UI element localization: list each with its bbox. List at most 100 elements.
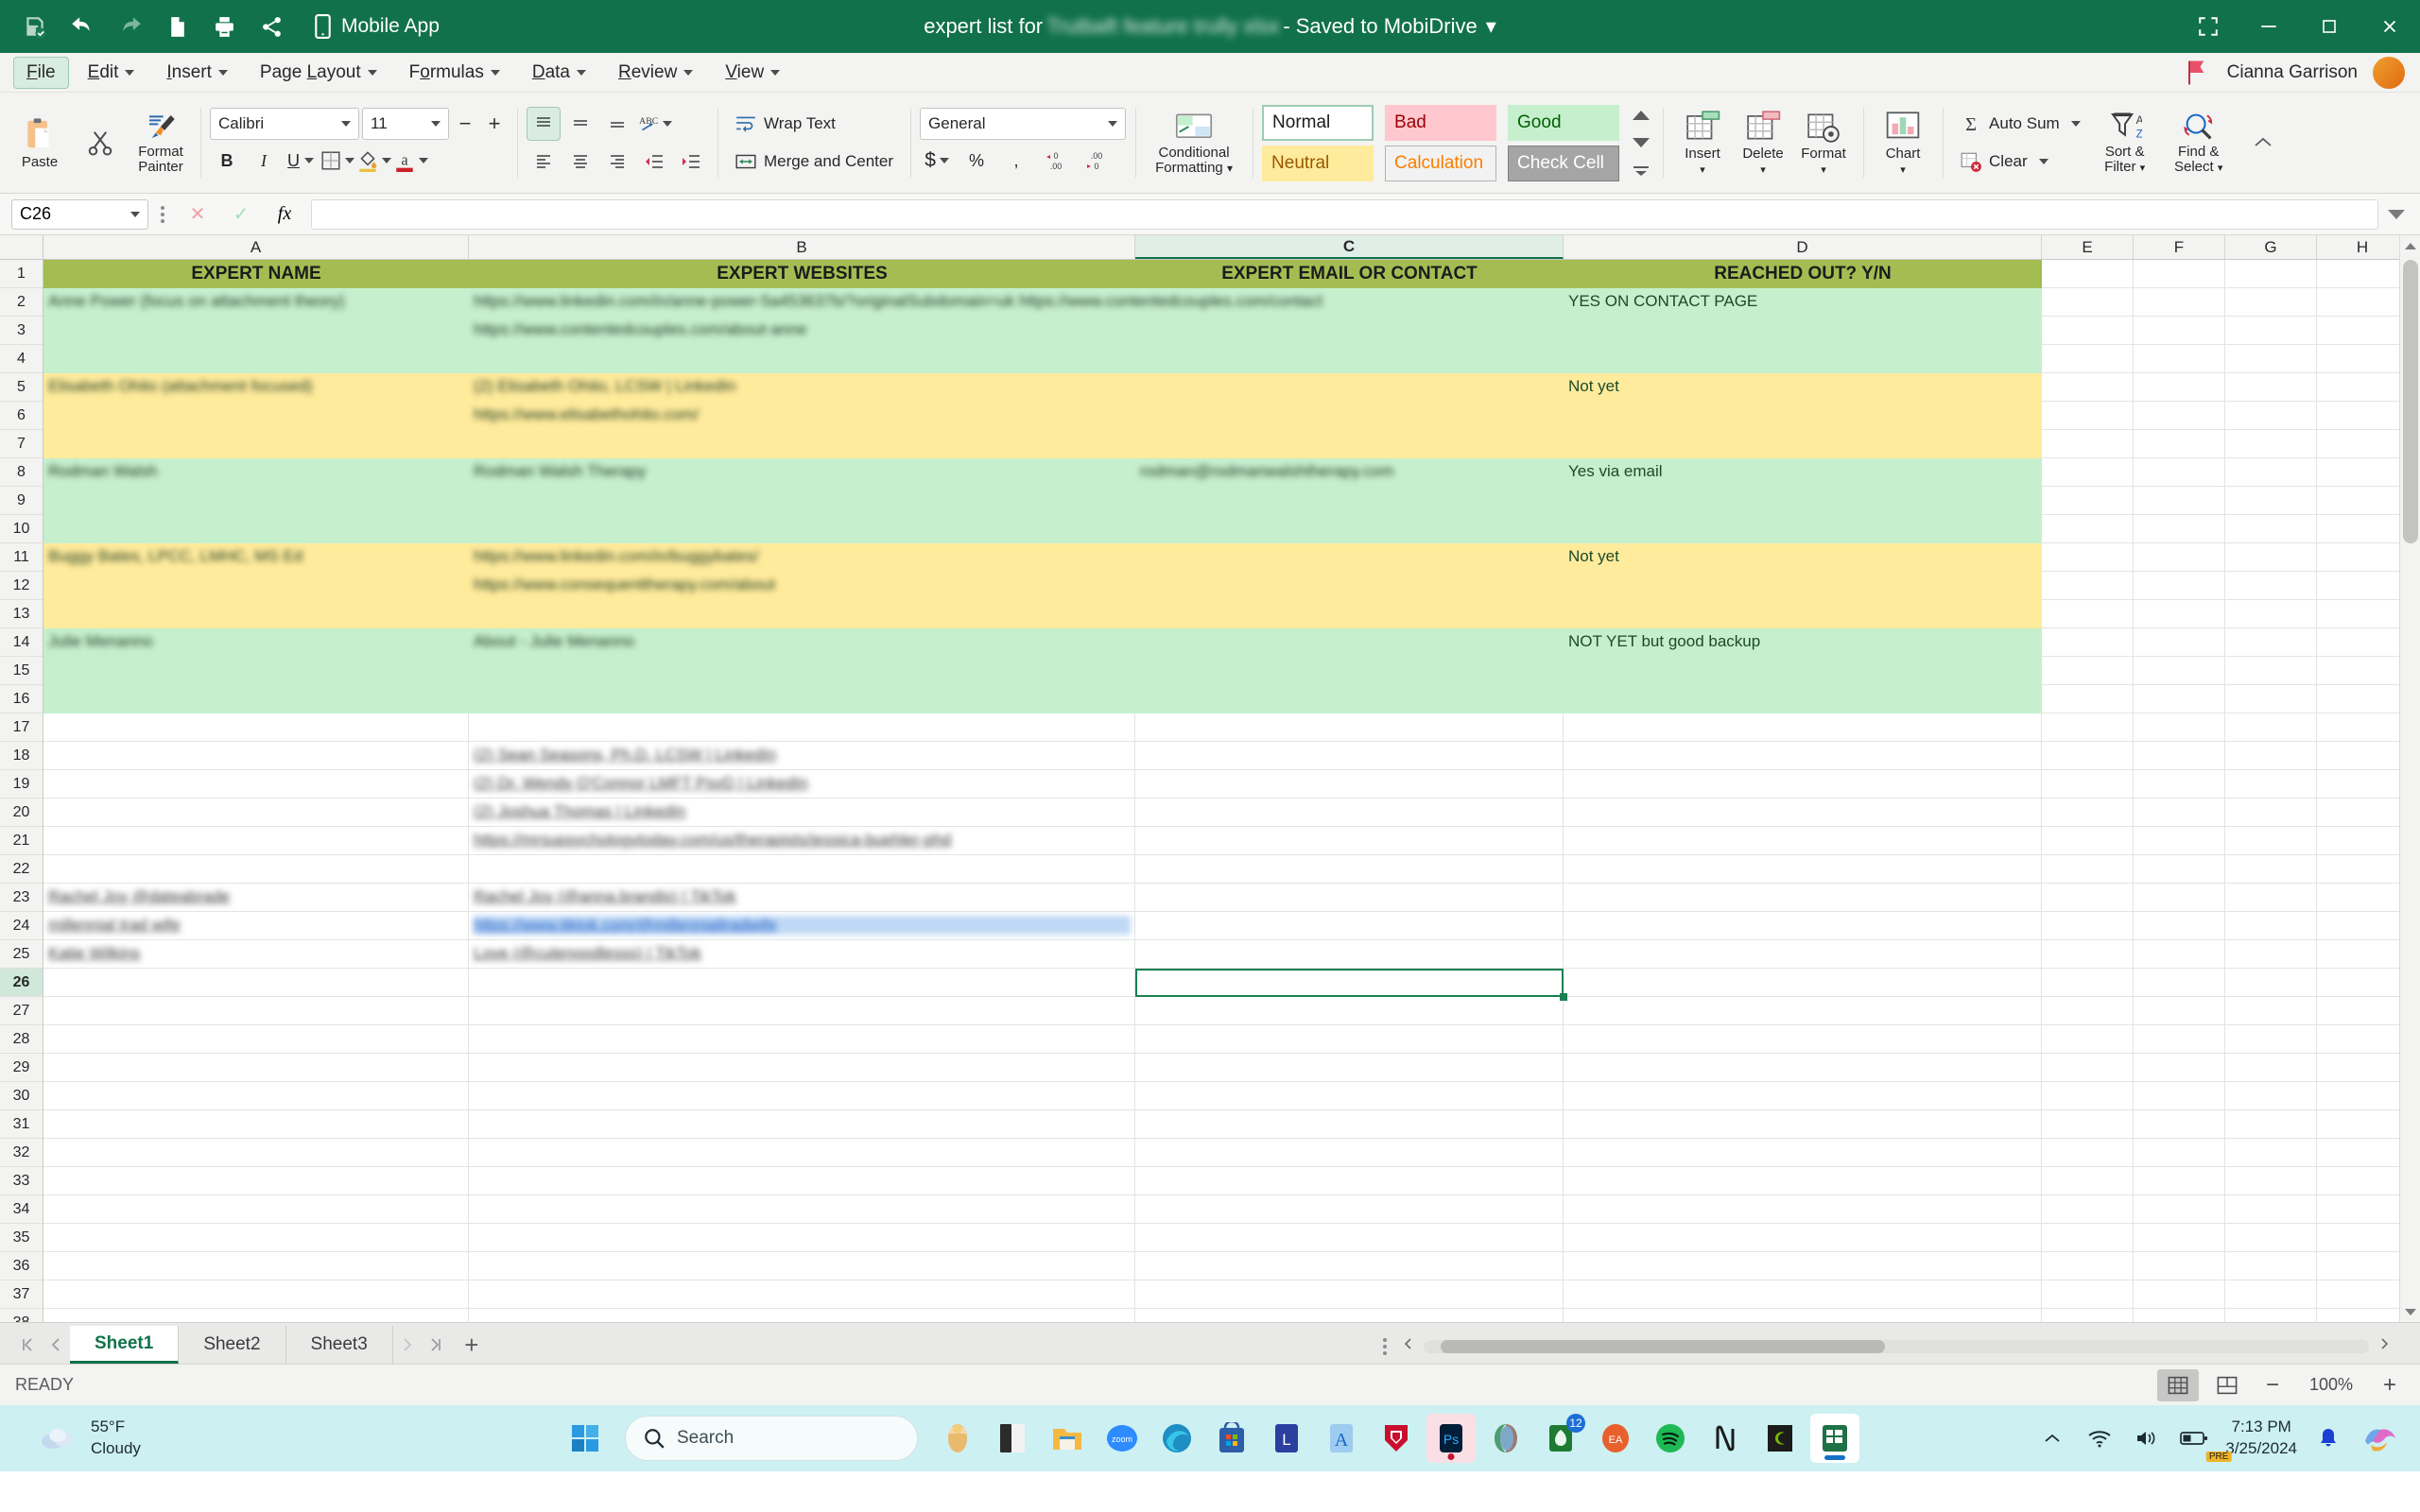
cell-D21[interactable] [1564,827,2042,855]
minimize-icon[interactable] [2238,0,2299,53]
add-sheet-button[interactable]: + [450,1326,493,1364]
merge-center-button[interactable]: Merge and Center [727,145,901,179]
cell-D25[interactable] [1564,940,2042,969]
cell-E8[interactable] [2042,458,2134,487]
search-box[interactable]: Search [625,1416,918,1461]
cell-G24[interactable] [2225,912,2317,940]
cell-G33[interactable] [2225,1167,2317,1195]
cell-A31[interactable] [43,1110,469,1139]
row-header-3[interactable]: 3 [0,317,43,345]
cell-H17[interactable] [2317,713,2409,742]
cell-A35[interactable] [43,1224,469,1252]
row-header-16[interactable]: 16 [0,685,43,713]
decrease-decimal-button[interactable]: .00 0 [1079,144,1113,178]
cell-B35[interactable] [469,1224,1135,1252]
cell-H38[interactable] [2317,1309,2409,1322]
cell-B2[interactable] [469,288,1135,317]
cell-H30[interactable] [2317,1082,2409,1110]
cell-A14[interactable] [43,628,469,657]
wrap-text-button[interactable]: Wrap Text [727,107,843,141]
styles-scroll-down-button[interactable] [1629,132,1653,153]
cell-D38[interactable] [1564,1309,2042,1322]
cell-G20[interactable] [2225,799,2317,827]
cell-C10[interactable] [1135,515,1564,543]
cell-B22[interactable] [469,855,1135,884]
cell-A12[interactable] [43,572,469,600]
redo-icon[interactable] [108,7,151,46]
cell-D8[interactable] [1564,458,2042,487]
excel-icon[interactable] [1810,1414,1859,1463]
nu-icon[interactable] [1701,1414,1750,1463]
menu-item-insert[interactable]: Insert [153,57,241,89]
cell-E26[interactable] [2042,969,2134,997]
cell-D13[interactable] [1564,600,2042,628]
cell-G3[interactable] [2225,317,2317,345]
cell-C13[interactable] [1135,600,1564,628]
align-top-button[interactable] [527,107,561,141]
cell-H26[interactable] [2317,969,2409,997]
cell-A30[interactable] [43,1082,469,1110]
cell-H3[interactable] [2317,317,2409,345]
cell-A24[interactable] [43,912,469,940]
cell-A1[interactable] [43,260,469,288]
cell-B33[interactable] [469,1167,1135,1195]
cell-F31[interactable] [2134,1110,2225,1139]
cell-C9[interactable] [1135,487,1564,515]
select-all-corner[interactable] [0,235,43,259]
cell-H36[interactable] [2317,1252,2409,1280]
cell-D24[interactable] [1564,912,2042,940]
row-header-14[interactable]: 14 [0,628,43,657]
share-icon[interactable] [250,7,293,46]
cell-D28[interactable] [1564,1025,2042,1054]
wifi-icon[interactable] [2083,1422,2116,1454]
paint-icon[interactable] [933,1414,982,1463]
zoom-in-button[interactable]: + [2373,1369,2407,1401]
cell-B28[interactable] [469,1025,1135,1054]
cell-C15[interactable] [1135,657,1564,685]
zoom-out-button[interactable]: − [2256,1369,2290,1401]
cell-E32[interactable] [2042,1139,2134,1167]
font-size-combo[interactable]: 11 [362,108,449,140]
cell-C17[interactable] [1135,713,1564,742]
avatar[interactable] [2373,56,2405,89]
format-painter-button[interactable]: Format Painter [130,96,191,189]
scroll-down-button[interactable] [2400,1301,2420,1322]
cell-A22[interactable] [43,855,469,884]
cell-D34[interactable] [1564,1195,2042,1224]
previous-sheet-button[interactable] [42,1326,70,1364]
grid-cells[interactable]: EXPERT NAME EXPERT WEBSITES EXPERT EMAIL O… [43,260,2420,1322]
row-header-24[interactable]: 24 [0,912,43,940]
row-header-28[interactable]: 28 [0,1025,43,1054]
row-header-18[interactable]: 18 [0,742,43,770]
cell-H29[interactable] [2317,1054,2409,1082]
row-header-30[interactable]: 30 [0,1082,43,1110]
sheet-tab-sheet2[interactable]: Sheet2 [179,1326,286,1364]
row-header-31[interactable]: 31 [0,1110,43,1139]
cell-C23[interactable] [1135,884,1564,912]
auto-sum-button[interactable]: Σ Auto Sum [1952,107,2088,141]
cell-H27[interactable] [2317,997,2409,1025]
cell-A23[interactable] [43,884,469,912]
cell-F38[interactable] [2134,1309,2225,1322]
cell-E27[interactable] [2042,997,2134,1025]
cell-D18[interactable] [1564,742,2042,770]
cell-A29[interactable] [43,1054,469,1082]
menu-item-data[interactable]: Data [519,57,599,89]
cell-E20[interactable] [2042,799,2134,827]
last-sheet-button[interactable] [422,1326,450,1364]
cell-F3[interactable] [2134,317,2225,345]
cell-A2[interactable] [43,288,469,317]
cell-C12[interactable] [1135,572,1564,600]
cell-A15[interactable] [43,657,469,685]
cell-G38[interactable] [2225,1309,2317,1322]
cell-F22[interactable] [2134,855,2225,884]
cell-A3[interactable] [43,317,469,345]
cell-C21[interactable] [1135,827,1564,855]
cell-C27[interactable] [1135,997,1564,1025]
increase-indent-button[interactable] [674,145,708,179]
cell-H15[interactable] [2317,657,2409,685]
row-header-35[interactable]: 35 [0,1224,43,1252]
cell-A20[interactable] [43,799,469,827]
cell-F14[interactable] [2134,628,2225,657]
cell-F4[interactable] [2134,345,2225,373]
